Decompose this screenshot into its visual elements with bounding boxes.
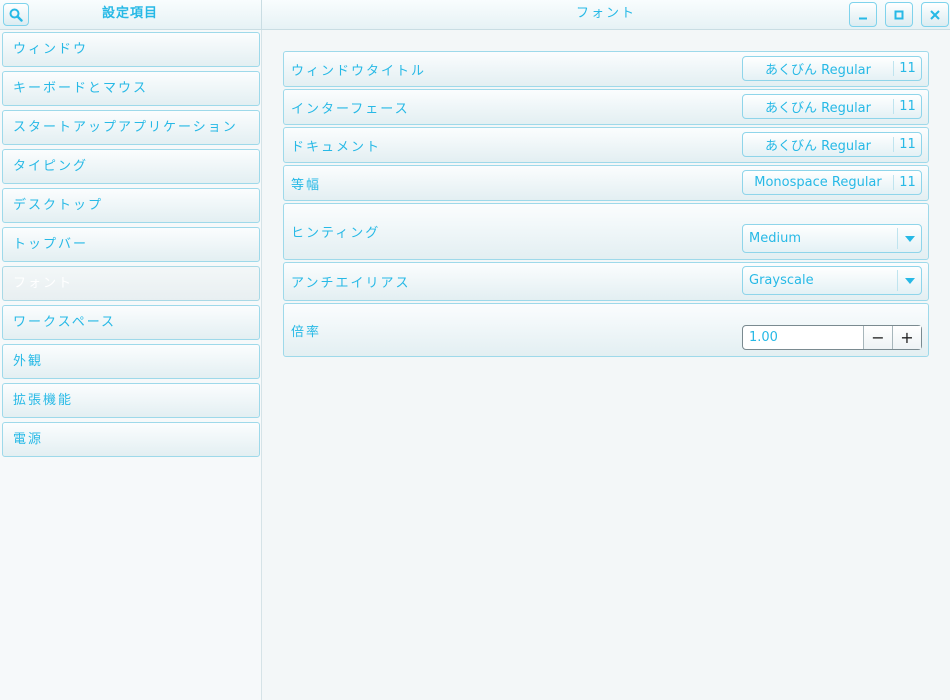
sidebar: ウィンドウ キーボードとマウス スタートアップアプリケーション タイピング デス… (0, 30, 262, 700)
sidebar-header: 設定項目 (0, 0, 262, 30)
sidebar-item-keyboard-mouse[interactable]: キーボードとマウス (2, 71, 260, 106)
row-label: アンチエイリアス (291, 276, 411, 291)
chevron-down-icon (897, 270, 921, 291)
font-size: 11 (893, 99, 921, 114)
font-row-monospace: 等幅 Monospace Regular 11 (283, 165, 929, 201)
search-icon (9, 8, 23, 22)
select-value: Medium (749, 231, 801, 246)
font-size: 11 (893, 137, 921, 152)
close-icon (930, 9, 940, 20)
sidebar-item-appearance[interactable]: 外観 (2, 344, 260, 379)
row-label: 倍率 (291, 324, 322, 340)
font-size: 11 (893, 175, 921, 190)
font-name: あくびん Regular (765, 101, 871, 116)
font-row-window-title: ウィンドウタイトル あくびん Regular 11 (283, 51, 929, 87)
header-bar: 設定項目 フォント (0, 0, 950, 30)
sidebar-item-typing[interactable]: タイピング (2, 149, 260, 184)
font-name: あくびん Regular (765, 63, 871, 78)
search-button[interactable] (3, 3, 29, 26)
font-chooser-button[interactable]: Monospace Regular 11 (742, 170, 922, 195)
scaling-spinbutton[interactable]: 1.00 − + (742, 325, 922, 350)
window-title: フォント (575, 6, 636, 21)
scaling-row: 倍率 1.00 − + (283, 303, 929, 357)
row-label: ヒンティング (291, 226, 381, 241)
sidebar-item-startup-apps[interactable]: スタートアップアプリケーション (2, 110, 260, 145)
chevron-down-icon (897, 228, 921, 249)
main-content: ウィンドウタイトル あくびん Regular 11 インターフェース あくびん … (263, 30, 950, 700)
row-label: ドキュメント (291, 139, 382, 155)
font-name: あくびん Regular (765, 139, 871, 154)
minimize-button[interactable] (849, 2, 877, 27)
font-row-interface: インターフェース あくびん Regular 11 (283, 89, 929, 125)
font-chooser-button[interactable]: あくびん Regular 11 (742, 94, 922, 119)
maximize-button[interactable] (885, 2, 913, 27)
hinting-row: ヒンティング Medium (283, 203, 929, 260)
font-size: 11 (893, 61, 921, 76)
sidebar-item-fonts[interactable]: フォント (2, 266, 260, 301)
scaling-input[interactable]: 1.00 (749, 326, 778, 349)
sidebar-item-top-bar[interactable]: トップバー (2, 227, 260, 262)
font-chooser-button[interactable]: あくびん Regular 11 (742, 56, 922, 81)
select-value: Grayscale (749, 273, 814, 288)
row-label: ウィンドウタイトル (291, 63, 427, 79)
minimize-icon (859, 17, 867, 19)
sidebar-title: 設定項目 (101, 6, 158, 21)
antialiasing-select[interactable]: Grayscale (742, 266, 922, 295)
font-row-document: ドキュメント あくびん Regular 11 (283, 127, 929, 163)
decrement-button[interactable]: − (863, 326, 892, 349)
sidebar-item-power[interactable]: 電源 (2, 422, 260, 457)
increment-button[interactable]: + (892, 326, 921, 349)
hinting-select[interactable]: Medium (742, 224, 922, 253)
sidebar-item-workspaces[interactable]: ワークスペース (2, 305, 260, 340)
sidebar-item-windows[interactable]: ウィンドウ (2, 32, 260, 67)
font-chooser-button[interactable]: あくびん Regular 11 (742, 132, 922, 157)
font-name: Monospace Regular (754, 175, 882, 190)
row-label: 等幅 (291, 177, 322, 193)
sidebar-item-extensions[interactable]: 拡張機能 (2, 383, 260, 418)
row-label: インターフェース (291, 101, 410, 117)
sidebar-item-desktop[interactable]: デスクトップ (2, 188, 260, 223)
antialiasing-row: アンチエイリアス Grayscale (283, 262, 929, 301)
close-button[interactable] (921, 2, 949, 27)
maximize-icon (894, 10, 904, 19)
